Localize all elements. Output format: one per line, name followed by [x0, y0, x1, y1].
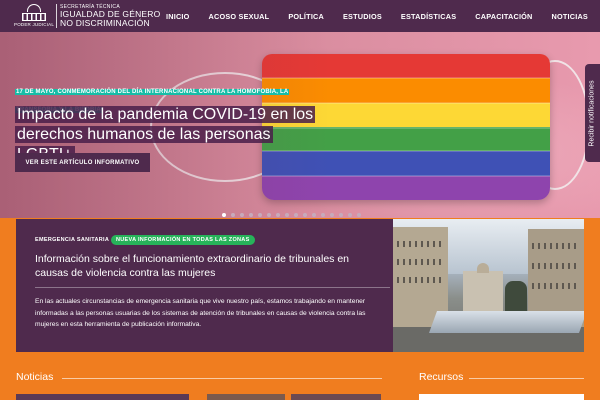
carousel-dot[interactable]: [303, 213, 307, 217]
logo-divider: [56, 4, 57, 28]
notifications-tab[interactable]: Recibir notificaciones: [585, 64, 600, 162]
carousel-dot[interactable]: [321, 213, 325, 217]
carousel-dot[interactable]: [249, 213, 253, 217]
divider: [35, 287, 390, 288]
site-logo[interactable]: PODER JUDICIAL SECRETARÍA TÉCNICA IGUALD…: [14, 2, 160, 30]
hero-carousel: 17 DE MAYO, CONMEMORACIÓN DEL DÍA INTERN…: [0, 32, 600, 218]
news-section-title: Noticias: [16, 371, 54, 383]
emergency-label: EMERGENCIA SANITARIA: [35, 237, 110, 243]
emergency-body: En las actuales circunstancias de emerge…: [35, 298, 366, 328]
logo-line-2: NO DISCRIMINACIÓN: [60, 18, 150, 28]
top-navbar: PODER JUDICIAL SECRETARÍA TÉCNICA IGUALD…: [0, 0, 600, 32]
carousel-dot[interactable]: [231, 213, 235, 217]
news-thumbnail[interactable]: [207, 394, 285, 400]
menu-item-acoso-sexual[interactable]: ACOSO SEXUAL: [209, 12, 270, 21]
emblem-text: PODER JUDICIAL: [14, 22, 55, 27]
courthouse-photo: [393, 219, 584, 352]
carousel-dot[interactable]: [285, 213, 289, 217]
carousel-dots: [222, 213, 361, 217]
carousel-dot[interactable]: [330, 213, 334, 217]
resources-rule: [469, 378, 584, 379]
resources-section-title: Recursos: [419, 371, 464, 383]
carousel-dot[interactable]: [267, 213, 271, 217]
carousel-dot[interactable]: [357, 213, 361, 217]
notifications-tab-label: Recibir notificaciones: [589, 79, 596, 147]
carousel-dot[interactable]: [222, 213, 226, 217]
carousel-dot[interactable]: [294, 213, 298, 217]
carousel-dot[interactable]: [258, 213, 262, 217]
menu-item-estadisticas[interactable]: ESTADÍSTICAS: [401, 12, 456, 21]
carousel-dot[interactable]: [339, 213, 343, 217]
resource-card[interactable]: [419, 394, 584, 400]
carousel-dot[interactable]: [312, 213, 316, 217]
view-article-button[interactable]: VER ESTE ARTÍCULO INFORMATIVO: [15, 153, 150, 172]
menu-item-capacitacion[interactable]: CAPACITACIÓN: [475, 12, 532, 21]
menu-item-politica[interactable]: POLÍTICA: [288, 12, 324, 21]
carousel-dot[interactable]: [348, 213, 352, 217]
carousel-dot[interactable]: [240, 213, 244, 217]
menu-item-inicio[interactable]: INICIO: [166, 12, 190, 21]
emergency-title[interactable]: Información sobre el funcionamiento extr…: [35, 252, 375, 280]
carousel-dot[interactable]: [276, 213, 280, 217]
logo-text: SECRETARÍA TÉCNICA IGUALDAD DE GÉNERO NO…: [60, 4, 160, 28]
main-menu: INICIO ACOSO SEXUAL POLÍTICA ESTUDIOS ES…: [147, 0, 588, 32]
menu-item-estudios[interactable]: ESTUDIOS: [343, 12, 382, 21]
status-badge: NUEVA INFORMACIÓN EN TODAS LAS ZONAS: [111, 235, 255, 245]
menu-item-noticias[interactable]: NOTICIAS: [552, 12, 588, 21]
news-thumbnail[interactable]: [16, 394, 189, 400]
news-thumbnail[interactable]: [291, 394, 381, 400]
poder-judicial-emblem-icon: PODER JUDICIAL: [14, 4, 55, 28]
news-rule: [62, 378, 382, 379]
emergency-panel[interactable]: EMERGENCIA SANITARIA NUEVA INFORMACIÓN E…: [16, 219, 584, 352]
